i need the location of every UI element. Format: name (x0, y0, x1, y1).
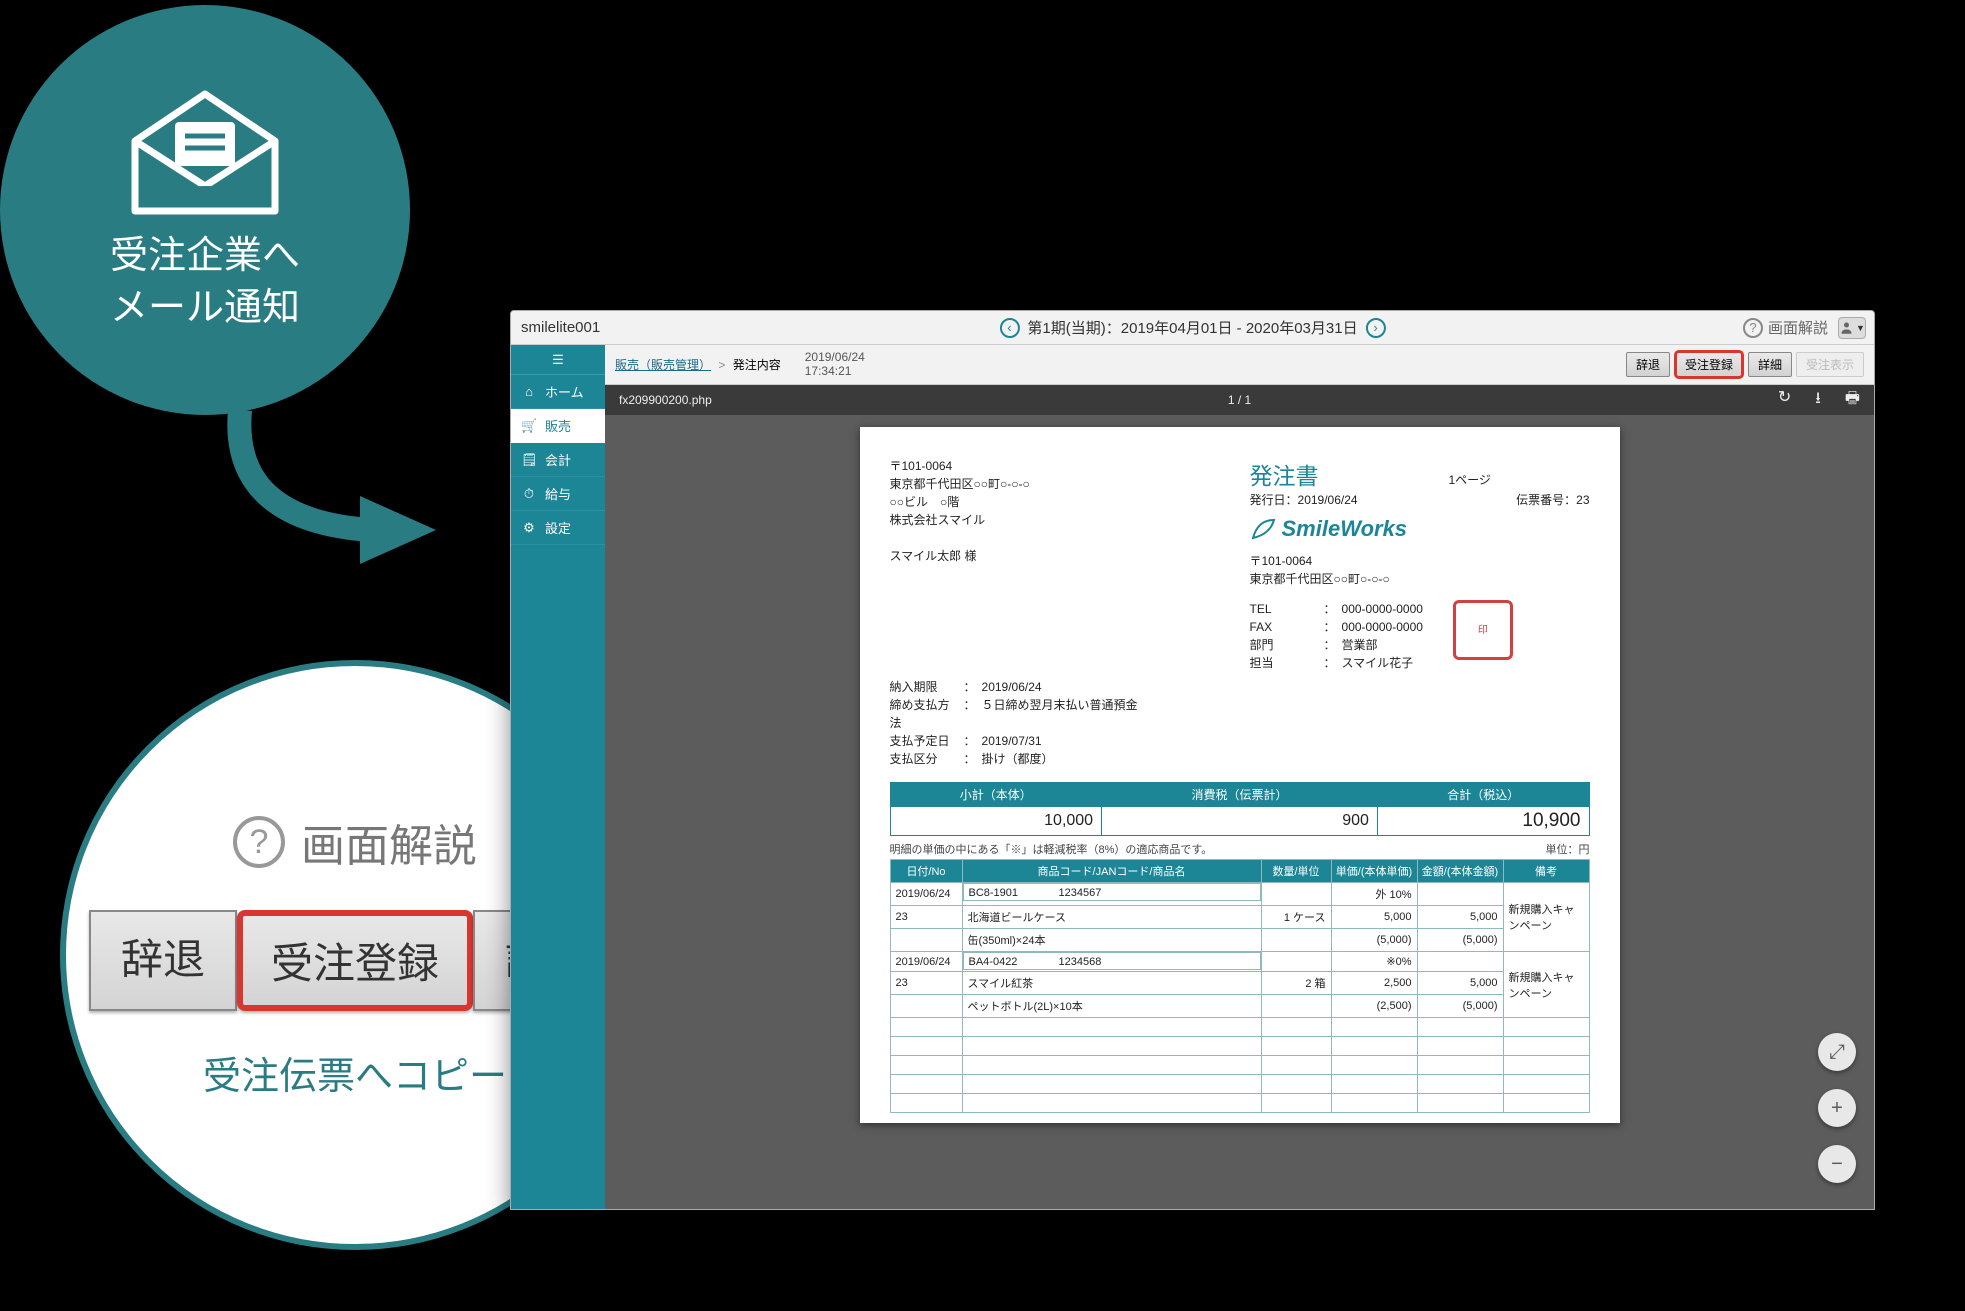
detail-table: 日付/No 商品コード/JANコード/商品名 数量/単位 単価/(本体単価) 金… (890, 859, 1590, 1113)
app-title: smilelite001 (521, 319, 600, 336)
help-link[interactable]: ? 画面解説 (1743, 317, 1828, 338)
pdf-filename: fx209900200.php (619, 393, 712, 407)
order-show-button[interactable]: 受注表示 (1796, 352, 1864, 377)
zoom-help-row: ? 画面解説 (233, 810, 477, 874)
rotate-icon[interactable]: ↻ (1778, 387, 1791, 414)
receiver-block: 〒101-0064 東京都千代田区○○町○-○-○ TEL：000-0000-0… (1250, 552, 1590, 672)
zoom-caption: 受注伝票へコピー (203, 1045, 507, 1100)
document-page: 〒101-0064 東京都千代田区○○町○-○-○ ○○ビル ○階 株式会社スマ… (860, 427, 1620, 1123)
table-row: 23スマイル紅茶 2 箱 2,5005,000 (890, 972, 1589, 995)
table-row: 缶(350ml)×24本 (5,000)(5,000) (890, 929, 1589, 952)
table-row (890, 1018, 1589, 1037)
mail-open-icon (125, 86, 285, 216)
sidebar-item-settings[interactable]: ⚙ 設定 (511, 511, 605, 545)
table-row (890, 1056, 1589, 1075)
sender-block: 〒101-0064 東京都千代田区○○町○-○-○ ○○ビル ○階 株式会社スマ… (890, 457, 1030, 672)
clock-icon: ⏱ (521, 486, 537, 502)
sidebar-item-accounting[interactable]: 🗒 会計 (511, 443, 605, 477)
sidebar-item-home[interactable]: ⌂ ホーム (511, 375, 605, 409)
app-window: smilelite001 ‹ 第1期(当期)：2019年04月01日 - 202… (510, 310, 1875, 1210)
pdf-page-indicator: 1 / 1 (1228, 393, 1251, 407)
help-icon: ? (233, 816, 285, 868)
sidebar-collapse-button[interactable]: ☰ (511, 345, 605, 375)
order-register-button[interactable]: 受注登録 (1674, 350, 1744, 379)
decline-button[interactable]: 辞退 (89, 910, 237, 1011)
table-row: 2019/06/24 BC8-19011234567 外 10% 新規購入キャン… (890, 883, 1589, 906)
summary-table: 小計（本体）消費税（伝票計）合計（税込） 10,00090010,900 (890, 782, 1590, 836)
company-seal-icon: 印 (1453, 600, 1513, 660)
sidebar-item-label: 会計 (545, 450, 571, 469)
order-register-button[interactable]: 受注登録 (237, 910, 473, 1011)
note-row: 明細の単価の中にある「※」は軽減税率（8%）の適応商品です。単位：円 (890, 841, 1590, 857)
table-row (890, 1037, 1589, 1056)
download-icon[interactable]: ⭳ (1815, 387, 1821, 414)
sidebar-item-label: 販売 (545, 416, 571, 435)
decline-button[interactable]: 辞退 (1626, 352, 1670, 377)
table-row: ペットボトル(2L)×10本 (2,500)(5,000) (890, 995, 1589, 1018)
brand-logo: SmileWorks (1250, 516, 1590, 542)
zoom-out-button[interactable]: − (1818, 1145, 1856, 1183)
notify-badge-text: 受注企業へメール通知 (110, 231, 300, 334)
gear-icon: ⚙ (521, 520, 537, 536)
zoom-controls: ⤢ + − (1818, 1033, 1856, 1183)
table-row (890, 1075, 1589, 1094)
period-selector: ‹ 第1期(当期)：2019年04月01日 - 2020年03月31日 › (999, 317, 1385, 338)
arrow-icon (210, 400, 460, 580)
cart-icon: 🛒 (521, 418, 537, 434)
print-icon[interactable]: 🖶 (1845, 387, 1860, 414)
terms-block: 納入期限：2019/06/24 締め支払方法：５日締め翌月末払い普通預金 支払予… (890, 678, 1590, 768)
sidebar-item-sales[interactable]: 🛒 販売 (511, 409, 605, 443)
leaf-icon (1250, 518, 1276, 540)
document-title: 発注書 (1250, 457, 1319, 491)
notify-badge-circle: 受注企業へメール通知 (0, 5, 410, 415)
sidebar: ☰ ⌂ ホーム 🛒 販売 🗒 会計 ⏱ 給与 ⚙ 設定 (511, 345, 605, 1209)
breadcrumb-link[interactable]: 販売（販売管理） (615, 358, 711, 372)
pdf-toolbar: fx209900200.php 1 / 1 ↻ ⭳ 🖶 (605, 385, 1874, 415)
breadcrumb-bar: 販売（販売管理） > 発注内容 2019/06/2417:34:21 辞退 受注… (605, 345, 1874, 385)
sidebar-item-payroll[interactable]: ⏱ 給与 (511, 477, 605, 511)
notify-badge: 受注企業へメール通知 (0, 5, 500, 545)
breadcrumb-sep: > (718, 358, 725, 372)
sidebar-item-label: 給与 (545, 484, 571, 503)
pdf-viewer: fx209900200.php 1 / 1 ↻ ⭳ 🖶 〒101-0064 東京… (605, 385, 1874, 1209)
period-next-button[interactable]: › (1366, 318, 1386, 338)
help-label: 画面解説 (1768, 317, 1828, 338)
fit-button[interactable]: ⤢ (1818, 1033, 1856, 1071)
user-icon (1839, 320, 1854, 335)
header-right: 発注書 1ページ 発行日：2019/06/24 伝票番号：23 SmileWor… (1250, 457, 1590, 672)
detail-button[interactable]: 詳細 (1748, 352, 1792, 377)
action-buttons: 辞退 受注登録 詳細 受注表示 (1626, 350, 1864, 379)
table-row: 23北海道ビールケース 1 ケース 5,0005,000 (890, 906, 1589, 929)
breadcrumb: 販売（販売管理） > 発注内容 (615, 356, 781, 373)
page-label: 1ページ (1449, 471, 1491, 488)
help-icon: ? (1743, 318, 1763, 338)
sidebar-item-label: ホーム (545, 382, 584, 401)
table-row (890, 1094, 1589, 1113)
timestamp: 2019/06/2417:34:21 (805, 351, 865, 379)
calc-icon: 🗒 (521, 452, 537, 468)
period-prev-button[interactable]: ‹ (999, 318, 1019, 338)
zoom-in-button[interactable]: + (1818, 1089, 1856, 1127)
period-label: 第1期(当期)：2019年04月01日 - 2020年03月31日 (1027, 317, 1357, 338)
sidebar-item-label: 設定 (545, 518, 571, 537)
topbar: smilelite001 ‹ 第1期(当期)：2019年04月01日 - 202… (511, 311, 1874, 345)
home-icon: ⌂ (521, 384, 537, 399)
table-row: 2019/06/24 BA4-04221234568 ※0% 新規購入キャンペー… (890, 952, 1589, 972)
zoom-help-label: 画面解説 (301, 810, 477, 874)
breadcrumb-current: 発注内容 (733, 358, 781, 372)
user-menu[interactable]: ▼ (1838, 317, 1866, 339)
chevron-down-icon: ▼ (1856, 323, 1865, 333)
